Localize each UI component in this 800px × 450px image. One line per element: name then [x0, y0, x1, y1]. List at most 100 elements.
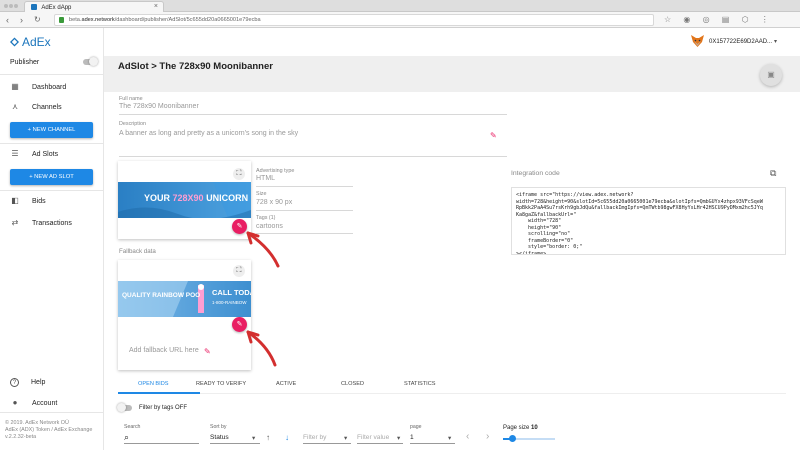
chevron-down-icon: ▾ [344, 435, 348, 442]
advertising-type-label: Advertising type [256, 168, 295, 174]
sidebar-item-bids[interactable]: ◧ Bids [10, 196, 46, 205]
filter-by-tags-toggle[interactable] [117, 403, 132, 412]
close-tab-icon[interactable]: × [154, 3, 158, 10]
ad-slots-icon: ☰ [11, 149, 19, 158]
browser-tab-bar: AdEx dApp × [0, 0, 800, 12]
page-select[interactable]: 1 [410, 434, 414, 441]
adex-favicon-icon [31, 4, 37, 10]
new-channel-button[interactable]: + NEW CHANNEL [10, 122, 93, 138]
integration-code-block[interactable]: <iframe src="https://view.adex.network? … [511, 187, 786, 255]
tags-underline [256, 233, 353, 234]
edit-fallback-url-icon[interactable]: ✎ [204, 347, 211, 356]
browser-tab-title: AdEx dApp [41, 5, 72, 11]
ad-slot-preview-card: YOUR 728X90 UNICORN HERE ⛶ ✎ [118, 161, 251, 239]
page-size-slider-thumb[interactable] [509, 435, 516, 442]
description-field[interactable]: A banner as long and pretty as a unicorn… [119, 130, 298, 137]
copy-icon[interactable]: ⧉ [770, 168, 776, 179]
tab-statistics[interactable]: STATISTICS [404, 381, 436, 387]
integration-code-label: Integration code [511, 170, 560, 177]
sidebar-divider [0, 74, 103, 75]
top-app-bar: 0X157722E69D2AAD... ▾ [104, 28, 800, 56]
filter-value-select[interactable]: Filter value [357, 434, 389, 441]
size-underline [256, 210, 353, 211]
account-address-menu[interactable]: 0X157722E69D2AAD... ▾ [709, 38, 777, 45]
new-ad-slot-button[interactable]: + NEW AD SLOT [10, 169, 93, 185]
advertising-type-underline [256, 186, 353, 187]
next-page-icon[interactable]: › [486, 431, 489, 442]
channels-icon: ⋏ [12, 102, 18, 111]
browser-extension-icons[interactable]: ☆ ◉ ◎ ▤ ⬡ ⋮ [664, 15, 774, 24]
size-label: Size [256, 191, 267, 197]
sort-descending-icon[interactable]: ↓ [285, 433, 289, 442]
page-size-text: Page size [503, 425, 530, 431]
banner-text-unicorn: UNICORN HERE [206, 193, 251, 203]
edit-fallback-button[interactable]: ✎ [232, 317, 247, 332]
bids-icon: ◧ [11, 196, 19, 205]
search-label: Search [124, 424, 141, 430]
ad-slot-banner-image: YOUR 728X90 UNICORN HERE [118, 182, 251, 218]
banner-text: YOUR 728X90 UNICORN HERE [144, 193, 251, 203]
tab-closed[interactable]: CLOSED [341, 381, 364, 387]
tags-label: Tags (1) [256, 215, 276, 221]
size-value: 728 x 90 px [256, 199, 293, 206]
help-icon: ? [10, 378, 19, 387]
sort-by-select[interactable]: Status [210, 434, 229, 441]
sort-ascending-icon[interactable]: ↑ [266, 433, 270, 442]
back-icon[interactable]: ‹ [6, 15, 9, 25]
token-links[interactable]: AdEx (ADX) Token / AdEx Exchange [5, 427, 101, 434]
reload-icon[interactable]: ↻ [34, 15, 41, 24]
sidebar-item-transactions[interactable]: ⇄ Transactions [10, 218, 72, 227]
full-name-underline [119, 114, 507, 115]
tab-active[interactable]: ACTIVE [276, 381, 296, 387]
search-input[interactable] [124, 443, 199, 444]
save-button[interactable]: ▣ [760, 64, 782, 86]
publisher-mode-label: Publisher [10, 59, 40, 66]
page-label: page [410, 424, 422, 430]
bids-tabs: OPEN BIDS READY TO VERIFY ACTIVE CLOSED … [118, 376, 786, 394]
filter-by-select[interactable]: Filter by [303, 434, 326, 441]
prev-page-icon[interactable]: ‹ [466, 431, 469, 442]
fallback-banner-decoration [118, 281, 204, 317]
forward-icon[interactable]: › [20, 15, 23, 25]
sidebar-item-channels[interactable]: ⋏ Channels [10, 102, 62, 111]
browser-tab[interactable]: AdEx dApp × [24, 1, 164, 12]
sidebar-item-account[interactable]: ● Account [10, 398, 58, 407]
description-underline [119, 156, 507, 157]
metamask-fox-icon [691, 35, 704, 47]
fullscreen-icon[interactable]: ⛶ [233, 168, 245, 180]
sidebar-footer: © 2019. AdEx Network OÜ AdEx (ADX) Token… [5, 420, 101, 441]
sidebar-item-dashboard[interactable]: ▦ Dashboard [10, 82, 66, 91]
filter-by-underline [303, 443, 351, 444]
fallback-url-field[interactable]: Add fallback URL here [129, 347, 199, 354]
fallback-banner-text-1: QUALITY RAINBOW POO [122, 292, 201, 299]
logo-text: AdEx [22, 35, 51, 49]
sidebar-item-label: Ad Slots [32, 151, 59, 158]
banner-text-your: YOUR [144, 193, 171, 203]
sidebar-item-label: Transactions [32, 220, 72, 227]
page-header: AdSlot > The 728x90 Moonibanner ▣ [104, 56, 800, 92]
sidebar-item-help[interactable]: ? Help [10, 378, 45, 387]
edit-banner-button[interactable]: ✎ [232, 219, 247, 234]
adex-logo[interactable]: AdEx [10, 35, 51, 49]
publisher-mode-toggle[interactable] [83, 57, 98, 66]
lock-icon [59, 17, 64, 23]
sidebar-item-label: Bids [32, 198, 46, 205]
edit-description-icon[interactable]: ✎ [490, 131, 497, 140]
window-controls[interactable] [4, 3, 19, 10]
sidebar-item-label: Dashboard [32, 84, 67, 91]
page-title: AdSlot > The 728x90 Moonibanner [118, 61, 273, 72]
filter-value-underline [357, 443, 403, 444]
page-size-label: Page size 10 [503, 425, 538, 431]
advertising-type-value: HTML [256, 175, 276, 182]
description-label: Description [119, 121, 146, 127]
sort-by-label: Sort by [210, 424, 227, 430]
sidebar-item-ad-slots[interactable]: ☰ Ad Slots [10, 149, 58, 158]
tab-ready-to-verify[interactable]: READY TO VERIFY [196, 381, 246, 387]
sidebar-divider [0, 143, 103, 144]
tab-open-bids[interactable]: OPEN BIDS [138, 381, 168, 387]
sidebar-item-label: Channels [32, 104, 62, 111]
fullscreen-icon[interactable]: ⛶ [233, 265, 245, 277]
url-input[interactable]: beta.adex.network/dashboard/publisher/Ad… [54, 14, 654, 26]
full-name-field[interactable]: The 728x90 Moonibanner [119, 103, 199, 110]
version-text: v.2.2.32-beta [5, 434, 37, 440]
